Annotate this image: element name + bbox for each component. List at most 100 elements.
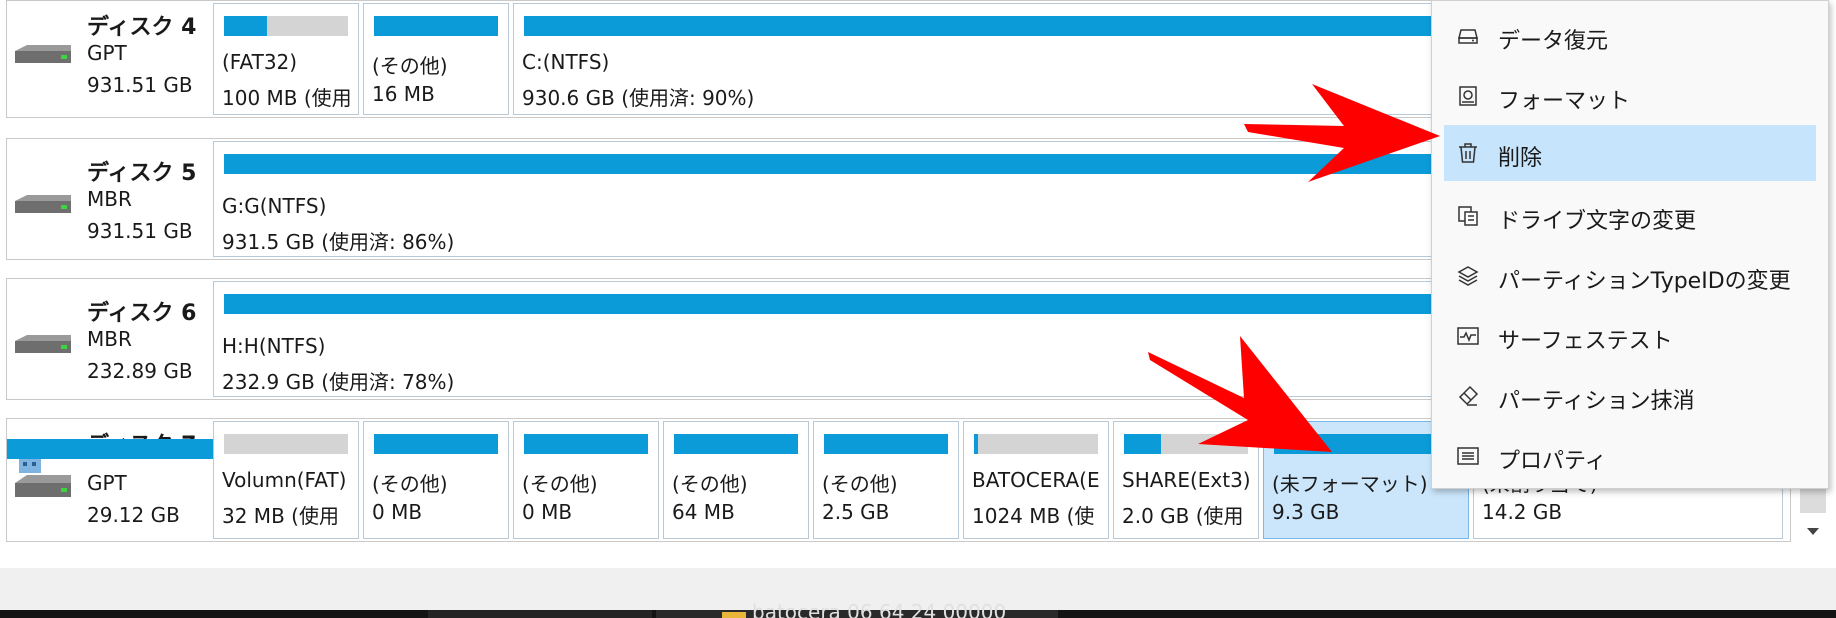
context-menu: データ復元 フォーマット 削除 ドライブ文字の変更 パーティションTypeIDの… xyxy=(1431,0,1829,489)
menu-item-delete[interactable]: 削除 xyxy=(1444,125,1816,181)
partition-info: 100 MB (使用 xyxy=(222,86,352,110)
partition-info: 14.2 GB xyxy=(1482,500,1563,524)
usage-bar xyxy=(374,434,498,454)
menu-item-change-drive-letter[interactable]: ドライブ文字の変更 xyxy=(1444,189,1816,243)
partition-name: (FAT32) xyxy=(222,50,298,74)
folder-icon xyxy=(722,612,746,618)
disk-partition-style: GPT xyxy=(87,41,127,65)
taskbar-button[interactable] xyxy=(428,610,652,618)
taskbar-window-title: batocera 06 64 24 00000 xyxy=(752,600,1007,618)
data-recovery-icon xyxy=(1458,29,1478,44)
scroll-down-arrow-icon[interactable] xyxy=(1804,524,1822,538)
usage-bar xyxy=(224,16,348,36)
usage-bar xyxy=(824,434,948,454)
overlay-progress-bar xyxy=(7,439,229,459)
drive-letter-icon xyxy=(1458,206,1478,226)
usage-bar xyxy=(674,434,798,454)
menu-item-data-recovery[interactable]: データ復元 xyxy=(1444,9,1816,63)
disk-partition-style: MBR xyxy=(87,327,132,351)
hard-drive-icon xyxy=(15,335,71,353)
usage-bar xyxy=(224,434,348,454)
disk-capacity: 931.51 GB xyxy=(87,73,193,97)
disk-capacity: 29.12 GB xyxy=(87,503,180,527)
menu-item-label: ドライブ文字の変更 xyxy=(1498,209,1697,234)
eraser-icon xyxy=(1458,385,1479,406)
hard-drive-icon xyxy=(15,45,71,63)
menu-item-label: フォーマット xyxy=(1498,89,1631,114)
partition-block[interactable]: (その他) 64 MB xyxy=(663,421,809,539)
disk-partition-style: GPT xyxy=(87,471,127,495)
partition-name: C:(NTFS) xyxy=(522,50,610,74)
partition-info: 0 MB xyxy=(522,500,573,524)
partition-name: H:H(NTFS) xyxy=(222,334,326,358)
usage-bar-fill xyxy=(524,434,648,454)
partition-name: (その他) xyxy=(672,472,748,496)
menu-item-label: サーフェステスト xyxy=(1498,329,1673,354)
partition-info: 930.6 GB (使用済: 90%) xyxy=(522,86,755,110)
partition-name: G:G(NTFS) xyxy=(222,194,327,218)
menu-item-properties[interactable]: プロパティ xyxy=(1444,429,1816,483)
disk-name: ディスク 6 xyxy=(87,301,197,326)
menu-item-label: 削除 xyxy=(1498,146,1543,171)
partition-info: 32 MB (使用 xyxy=(222,504,339,528)
menu-item-change-type-id[interactable]: パーティションTypeIDの変更 xyxy=(1444,249,1816,303)
menu-item-label: パーティション抹消 xyxy=(1498,389,1695,414)
partition-info: 1024 MB (使 xyxy=(972,504,1095,528)
disk-partition-style: MBR xyxy=(87,187,132,211)
partition-name: (その他) xyxy=(822,472,898,496)
menu-item-format[interactable]: フォーマット xyxy=(1444,69,1816,123)
partition-block[interactable]: Volumn(FAT) 32 MB (使用 xyxy=(213,421,359,539)
red-arrow-annotation xyxy=(1148,336,1332,452)
hard-drive-icon xyxy=(15,195,71,213)
usage-bar-fill xyxy=(374,434,498,454)
usage-bar-fill xyxy=(824,434,948,454)
format-icon xyxy=(1459,86,1477,106)
trash-icon xyxy=(1459,143,1477,163)
partition-block[interactable]: (その他) 0 MB xyxy=(513,421,659,539)
usage-bar-fill xyxy=(674,434,798,454)
partition-name: (その他) xyxy=(372,472,448,496)
partition-block[interactable]: BATOCERA(E 1024 MB (使 xyxy=(963,421,1109,539)
disk-info[interactable]: ディスク 4 GPT 931.51 GB xyxy=(7,1,215,117)
disk-name: ディスク 5 xyxy=(87,161,197,186)
disk-name: ディスク 4 xyxy=(87,15,197,40)
disk-capacity: 232.89 GB xyxy=(87,359,193,383)
partition-name: SHARE(Ext3) xyxy=(1122,468,1251,492)
disk-info[interactable]: ディスク 5 MBR 931.51 GB xyxy=(7,139,215,259)
partition-name: (未フォーマット) xyxy=(1272,472,1428,496)
usb-drive-icon xyxy=(15,459,71,497)
partition-name: (その他) xyxy=(372,54,448,78)
properties-icon xyxy=(1457,447,1479,465)
usage-bar-fill xyxy=(374,16,498,36)
partition-block[interactable]: (その他) 16 MB xyxy=(363,3,509,115)
menu-item-label: パーティションTypeIDの変更 xyxy=(1498,269,1791,294)
taskbar: batocera 06 64 24 00000 xyxy=(0,600,1836,618)
usage-bar xyxy=(374,16,498,36)
usage-bar-fill xyxy=(224,16,268,36)
menu-item-surface-test[interactable]: サーフェステスト xyxy=(1444,309,1816,363)
partition-block[interactable]: (その他) 2.5 GB xyxy=(813,421,959,539)
partition-name: Volumn(FAT) xyxy=(222,468,347,492)
usage-bar-fill xyxy=(974,434,978,454)
layers-icon xyxy=(1457,266,1479,286)
partition-info: 0 MB xyxy=(372,500,423,524)
menu-item-wipe-partition[interactable]: パーティション抹消 xyxy=(1444,369,1816,423)
usage-bar xyxy=(974,434,1098,454)
surface-test-icon xyxy=(1457,327,1479,345)
partition-info: 232.9 GB (使用済: 78%) xyxy=(222,370,455,394)
partition-info: 9.3 GB xyxy=(1272,500,1340,524)
partition-block[interactable]: (FAT32) 100 MB (使用 xyxy=(213,3,359,115)
red-arrow-annotation xyxy=(1244,84,1440,182)
partition-info: 64 MB xyxy=(672,500,735,524)
partition-block[interactable]: (その他) 0 MB xyxy=(363,421,509,539)
partition-info: 931.5 GB (使用済: 86%) xyxy=(222,230,455,254)
partition-info: 16 MB xyxy=(372,82,435,106)
disk-info[interactable]: ディスク 6 MBR 232.89 GB xyxy=(7,279,215,399)
usage-bar xyxy=(524,434,648,454)
disk-info[interactable]: ディスク 7 GPT 29.12 GB xyxy=(7,419,215,541)
partition-info: 2.0 GB (使用 xyxy=(1122,504,1244,528)
menu-item-label: データ復元 xyxy=(1498,29,1609,54)
menu-item-label: プロパティ xyxy=(1498,449,1607,474)
disk-capacity: 931.51 GB xyxy=(87,219,193,243)
partition-info: 2.5 GB xyxy=(822,500,890,524)
